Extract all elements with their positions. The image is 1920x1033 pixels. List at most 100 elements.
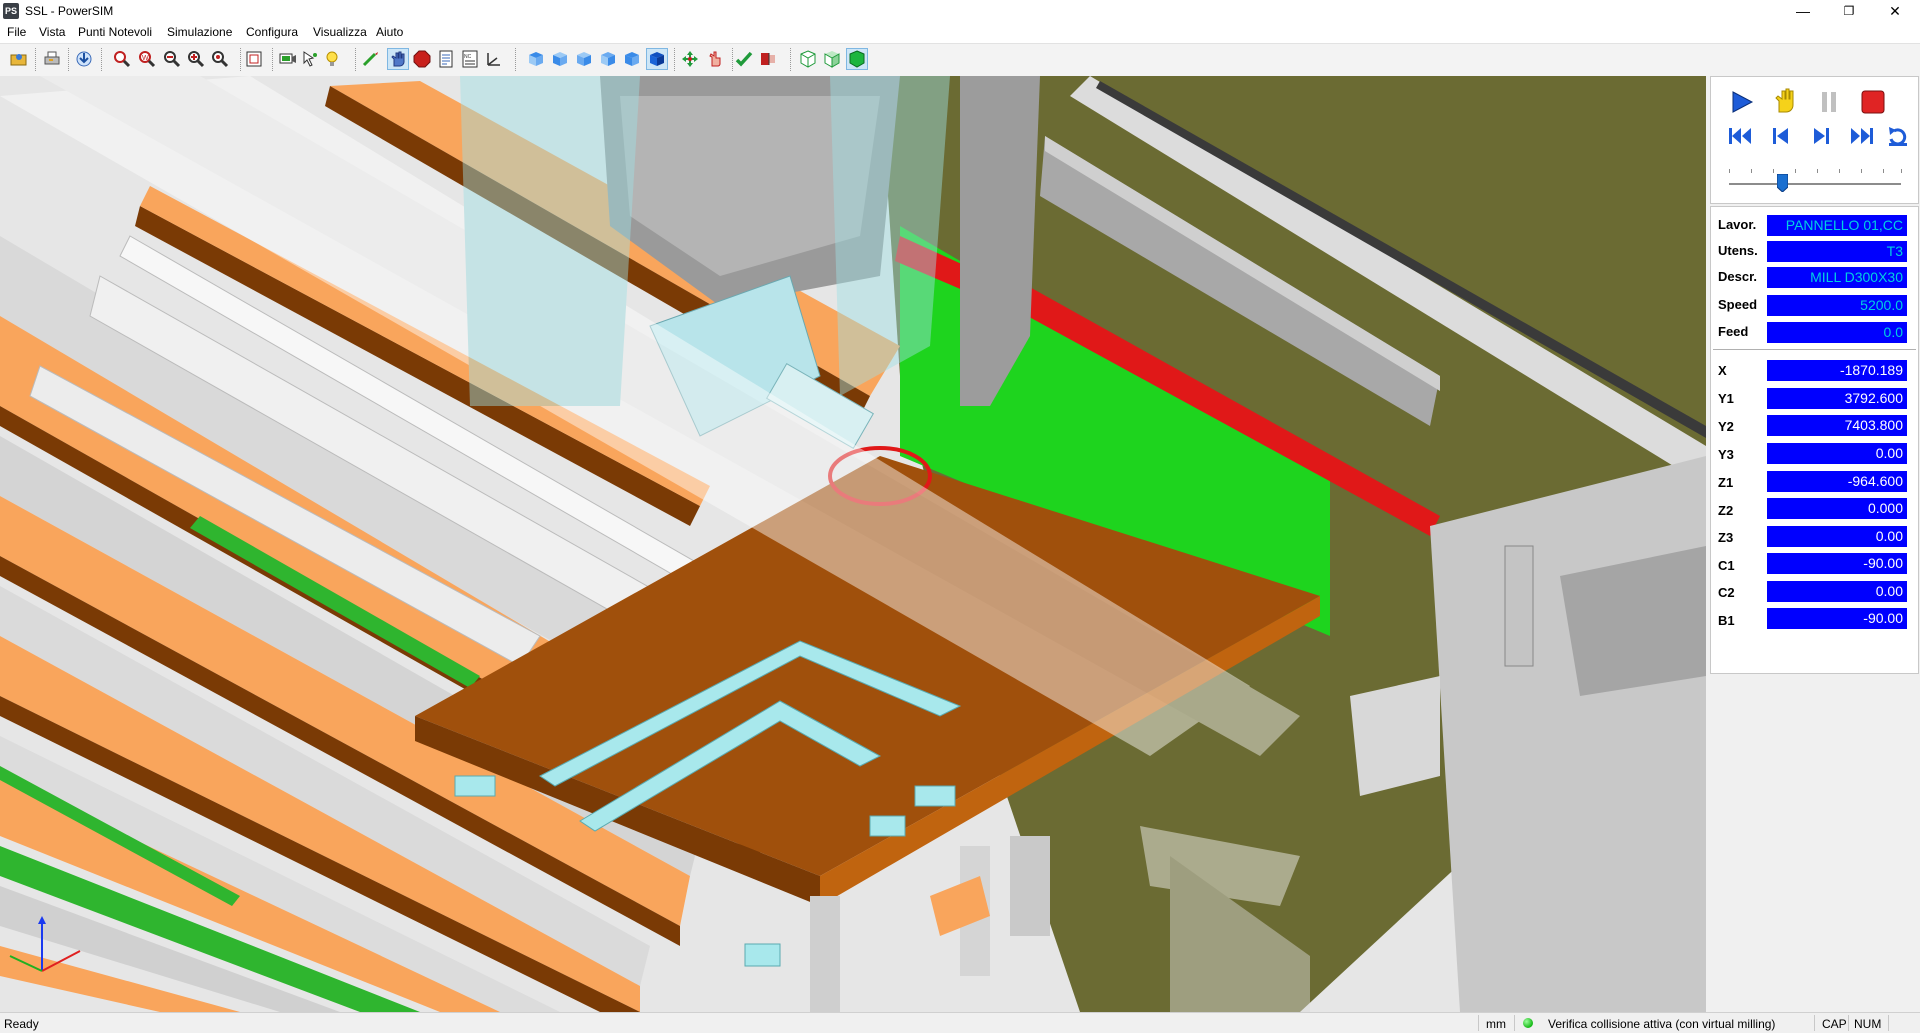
simulation-controls [1710, 76, 1919, 204]
readout-z3: 0.00 [1767, 526, 1907, 547]
zoom-out-icon[interactable] [162, 49, 182, 69]
hand-pause-icon[interactable] [1770, 85, 1800, 115]
stop-icon[interactable] [1858, 87, 1888, 117]
readout-label-c2: C2 [1718, 585, 1735, 600]
readout-label-feed: Feed [1718, 324, 1749, 339]
title-bar: PS SSL - PowerSIM — ❐ ✕ [0, 0, 1920, 22]
program-icon[interactable]: NC [460, 49, 480, 69]
box-wire-icon[interactable] [798, 49, 818, 69]
play-icon[interactable] [1726, 87, 1756, 117]
view-top-icon[interactable] [526, 49, 546, 69]
menu-aiuto[interactable]: Aiuto [376, 25, 403, 39]
readout-label-speed: Speed [1718, 297, 1758, 312]
pointer-icon[interactable] [704, 49, 724, 69]
readout-utens: T3 [1767, 241, 1907, 262]
toolbar-separator [101, 48, 104, 71]
status-num: NUM [1854, 1017, 1882, 1031]
box-shaded-icon[interactable] [822, 49, 842, 69]
view-iso-icon[interactable] [622, 49, 642, 69]
collision-icon[interactable] [758, 49, 778, 69]
menu-visualizza[interactable]: Visualizza [313, 25, 367, 39]
status-pane-divider [1814, 1015, 1815, 1031]
window-title: SSL - PowerSIM [25, 4, 114, 18]
readout-b1: -90.00 [1767, 608, 1907, 629]
readout-descr: MILL D300X30 [1767, 267, 1907, 288]
stop-sign-icon[interactable] [412, 49, 432, 69]
fit-view-icon[interactable] [244, 49, 264, 69]
readout-label-lavor: Lavor. [1718, 217, 1757, 232]
menu-file[interactable]: File [7, 25, 26, 39]
readout-label-b1: B1 [1718, 613, 1735, 628]
readout-label-x: X [1718, 363, 1727, 378]
status-pane-divider [1888, 1015, 1889, 1031]
readout-y3: 0.00 [1767, 443, 1907, 464]
svg-text:W: W [142, 55, 149, 62]
box-green-icon[interactable] [846, 48, 868, 70]
readout-label-z1: Z1 [1718, 475, 1734, 490]
view-left-icon[interactable] [574, 49, 594, 69]
step-forward-icon[interactable] [1806, 121, 1836, 151]
menu-simulazione[interactable]: Simulazione [167, 25, 232, 39]
import-icon[interactable] [74, 49, 94, 69]
slider-tick [1795, 169, 1796, 173]
maximize-button[interactable]: ❐ [1826, 0, 1872, 22]
slider-thumb[interactable] [1777, 174, 1788, 192]
skip-start-icon[interactable] [1726, 121, 1756, 151]
slider-tick [1773, 169, 1774, 173]
main-toolbar: W NC [0, 43, 1920, 77]
toolbar-separator [515, 48, 518, 71]
readout-label-c1: C1 [1718, 558, 1735, 573]
hand-icon[interactable] [387, 48, 409, 70]
view-front-icon[interactable] [550, 49, 570, 69]
readout-label-y3: Y3 [1718, 447, 1734, 462]
axes-icon[interactable] [484, 49, 504, 69]
zoom-in-icon[interactable] [186, 49, 206, 69]
zoom-previous-icon[interactable] [210, 49, 230, 69]
display-icon[interactable] [278, 49, 298, 69]
collision-status-led-icon [1523, 1018, 1533, 1028]
view-solid-icon[interactable] [646, 48, 668, 70]
close-button[interactable]: ✕ [1872, 0, 1918, 22]
loop-icon[interactable] [1883, 121, 1913, 151]
status-units: mm [1486, 1017, 1506, 1031]
slider-tick [1817, 169, 1818, 173]
minimize-button[interactable]: — [1780, 0, 1826, 22]
readout-label-y1: Y1 [1718, 391, 1734, 406]
readout-feed: 0.0 [1767, 322, 1907, 343]
skip-end-icon[interactable] [1846, 121, 1876, 151]
report-icon[interactable] [436, 49, 456, 69]
status-pane-divider [1514, 1015, 1515, 1031]
select-icon[interactable] [300, 49, 320, 69]
menu-punti-notevoli[interactable]: Punti Notevoli [78, 25, 152, 39]
status-collision: Verifica collisione attiva (con virtual … [1548, 1017, 1776, 1031]
slider-tick [1839, 169, 1840, 173]
machine-scene [0, 76, 1706, 1012]
pause-icon[interactable] [1814, 87, 1844, 117]
tool-path-icon[interactable] [361, 49, 381, 69]
menu-vista[interactable]: Vista [39, 25, 65, 39]
print-icon[interactable] [42, 49, 62, 69]
readout-y1: 3792.600 [1767, 388, 1907, 409]
zoom-all-icon[interactable]: W [137, 49, 157, 69]
slider-track[interactable] [1729, 183, 1901, 185]
menu-configura[interactable]: Configura [246, 25, 298, 39]
readout-y2: 7403.800 [1767, 415, 1907, 436]
slider-tick [1861, 169, 1862, 173]
zoom-window-icon[interactable] [112, 49, 132, 69]
toolbar-separator [790, 48, 793, 71]
view-right-icon[interactable] [598, 49, 618, 69]
toolbar-separator [240, 48, 243, 71]
check-icon[interactable] [734, 49, 754, 69]
readout-label-descr: Descr. [1718, 269, 1758, 284]
move-icon[interactable] [680, 49, 700, 69]
status-pane-divider [1478, 1015, 1479, 1031]
status-bar: Ready mm Verifica collisione attiva (con… [0, 1012, 1920, 1033]
open-icon[interactable] [9, 49, 29, 69]
clamp-cylinder [1504, 545, 1534, 667]
3d-viewport[interactable] [0, 76, 1706, 1012]
readout-x: -1870.189 [1767, 360, 1907, 381]
step-back-icon[interactable] [1766, 121, 1796, 151]
readout-panel: Lavor. PANNELLO 01,CC Utens. T3 Descr. M… [1710, 206, 1919, 674]
light-icon[interactable] [322, 49, 342, 69]
readout-c1: -90.00 [1767, 553, 1907, 574]
